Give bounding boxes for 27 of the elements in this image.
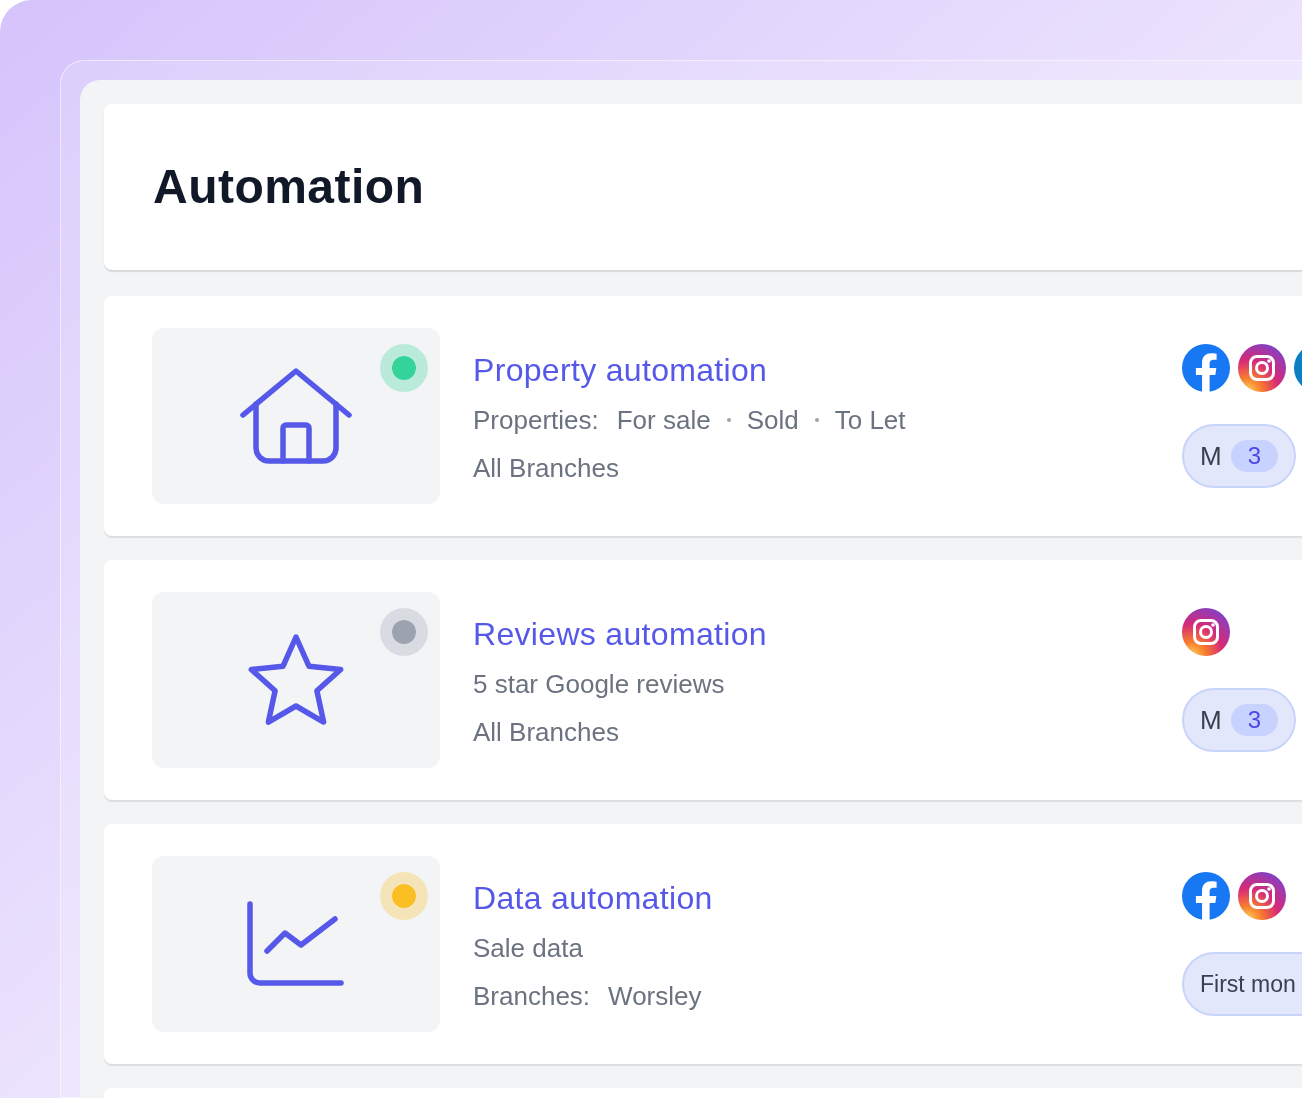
detail-text: All Branches (473, 455, 619, 481)
detail-label: Properties: (473, 407, 599, 433)
page-title: Automation (153, 163, 425, 211)
count-pill: 3 (1230, 704, 1279, 736)
detail-text: Sold (746, 407, 799, 433)
instagram-icon (1182, 608, 1230, 656)
detail-text: All Branches (473, 719, 619, 745)
tag-label: M (1200, 707, 1222, 733)
tag-label: M (1200, 443, 1222, 469)
detail-text: To Let (834, 407, 906, 433)
house-icon (240, 368, 352, 464)
facebook-icon (1182, 344, 1230, 392)
instagram-icon (1238, 872, 1286, 920)
detail-label: Branches: (473, 983, 591, 1009)
star-icon (246, 632, 346, 728)
tag-label: First mon (1200, 972, 1296, 996)
detail-text: Worsley (608, 983, 702, 1009)
instagram-icon (1238, 344, 1286, 392)
detail-text: For sale (616, 407, 711, 433)
automation-title-link[interactable]: Reviews automation (473, 616, 767, 652)
automation-title-link[interactable]: Data automation (473, 880, 713, 916)
automation-title-link[interactable]: Property automation (473, 352, 768, 388)
facebook-icon (1182, 872, 1230, 920)
count-pill: 3 (1230, 440, 1279, 472)
detail-text: Sale data (473, 935, 583, 961)
detail-text: 5 star Google reviews (473, 671, 725, 697)
line-chart-icon (247, 901, 345, 987)
